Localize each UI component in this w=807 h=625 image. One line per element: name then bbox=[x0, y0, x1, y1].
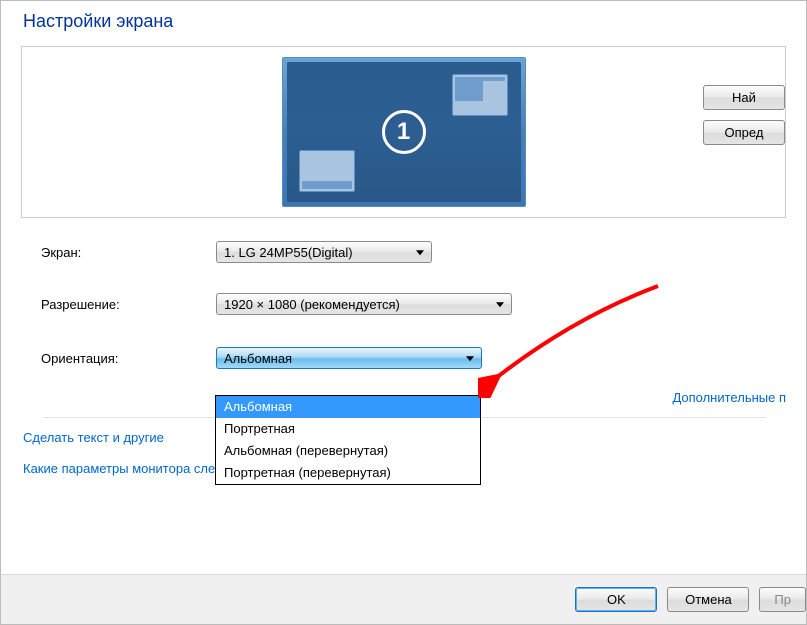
monitor-desktop: 1 bbox=[287, 62, 521, 202]
chevron-down-icon bbox=[496, 302, 504, 307]
page-title: Настройки экрана bbox=[1, 11, 806, 32]
resolution-label: Разрешение: bbox=[41, 297, 216, 312]
ok-button[interactable]: OK bbox=[575, 587, 657, 612]
form-area: Экран: 1. LG 24MP55(Digital) Разрешение:… bbox=[1, 228, 806, 376]
orientation-option-landscape-flipped[interactable]: Альбомная (перевернутая) bbox=[216, 440, 480, 462]
orientation-row: Ориентация: Альбомная bbox=[41, 340, 786, 376]
apply-button[interactable]: Пр bbox=[759, 587, 806, 612]
orientation-dropdown-list[interactable]: Альбомная Портретная Альбомная (переверн… bbox=[215, 395, 481, 485]
preview-buttons: Най Опред bbox=[703, 85, 785, 145]
detect-button[interactable]: Опред bbox=[703, 120, 785, 145]
orientation-value: Альбомная bbox=[224, 351, 292, 366]
monitor-thumbnail[interactable]: 1 bbox=[282, 57, 526, 207]
orientation-combobox[interactable]: Альбомная bbox=[216, 347, 482, 369]
orientation-label: Ориентация: bbox=[41, 351, 216, 366]
taskbar-icon bbox=[299, 150, 355, 192]
orientation-option-landscape[interactable]: Альбомная bbox=[216, 396, 480, 418]
resize-text-link[interactable]: Сделать текст и другие bbox=[23, 422, 164, 453]
resolution-value: 1920 × 1080 (рекомендуется) bbox=[224, 297, 400, 312]
cancel-button[interactable]: Отмена bbox=[667, 587, 749, 612]
find-button[interactable]: Най bbox=[703, 85, 785, 110]
orientation-option-portrait[interactable]: Портретная bbox=[216, 418, 480, 440]
display-value: 1. LG 24MP55(Digital) bbox=[224, 245, 353, 260]
resolution-combobox[interactable]: 1920 × 1080 (рекомендуется) bbox=[216, 293, 512, 315]
window-icon bbox=[452, 74, 508, 116]
chevron-down-icon bbox=[416, 250, 424, 255]
resolution-row: Разрешение: 1920 × 1080 (рекомендуется) bbox=[41, 286, 786, 322]
orientation-option-portrait-flipped[interactable]: Портретная (перевернутая) bbox=[216, 462, 480, 484]
dialog-footer: OK Отмена Пр bbox=[1, 574, 806, 624]
chevron-down-icon bbox=[466, 356, 474, 361]
monitor-number-badge: 1 bbox=[382, 110, 426, 154]
display-combobox[interactable]: 1. LG 24MP55(Digital) bbox=[216, 241, 432, 263]
display-row: Экран: 1. LG 24MP55(Digital) bbox=[41, 234, 786, 270]
display-settings-window: Настройки экрана 1 Най Опред Экран: 1. L… bbox=[0, 0, 807, 625]
display-label: Экран: bbox=[41, 245, 216, 260]
monitor-preview-area: 1 Най Опред bbox=[21, 46, 786, 218]
